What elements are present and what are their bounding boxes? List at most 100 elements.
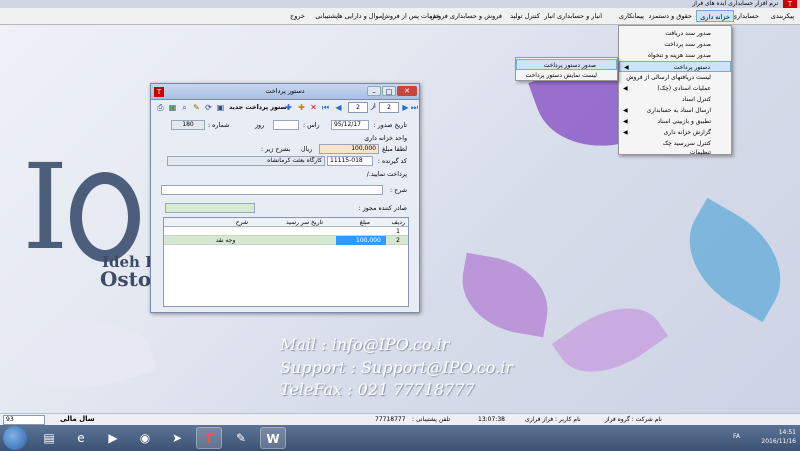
fiscal-year-select[interactable]: 93 — [3, 415, 45, 425]
grid-cell-desc[interactable]: وجه نقد — [183, 236, 268, 245]
window-caption: T دستور پرداخت – □ ✕ — [151, 84, 419, 100]
menu-item-settings[interactable]: تنظیمات — [619, 147, 731, 158]
grid-cell-amount[interactable]: 100,000 — [336, 236, 386, 245]
refresh-icon[interactable]: ⟳ — [203, 102, 214, 113]
menu-item-reconcile-documents[interactable]: ◀ تطبیق و بازبینی اسناد — [619, 116, 731, 127]
menu-item-receipt-voucher[interactable]: صدور سند دریافت — [619, 28, 731, 39]
minimize-button[interactable]: – — [367, 86, 381, 96]
add-icon[interactable]: ✚ — [296, 102, 307, 113]
recipient-code-label: کد گیرنده : — [377, 158, 407, 165]
currency-label: ریال — [301, 146, 313, 153]
menu-item-label: عملیات اسنادی (چک) — [657, 85, 711, 92]
menu-item-label: لیست نمایش دستور پرداخت — [525, 72, 597, 79]
print-icon[interactable]: ⎙ — [155, 102, 166, 113]
app-title: نرم افزار حسابداری ایده های فراز — [692, 0, 778, 7]
menu-item-cheque-operations[interactable]: ◀ عملیات اسنادی (چک) — [619, 83, 731, 94]
word-icon[interactable]: W — [260, 427, 286, 449]
menu-exit[interactable]: خروج — [287, 10, 308, 22]
prev-record-icon[interactable]: ◀ — [333, 102, 344, 113]
search-icon[interactable]: ⌕ — [179, 102, 190, 113]
contact-telefax: TeleFax : 021 77718777 — [280, 380, 475, 399]
accounting-app-icon[interactable]: T — [196, 427, 222, 449]
table-row[interactable]: 2 100,000 وجه نقد — [164, 236, 408, 245]
maximize-button[interactable]: □ — [382, 86, 396, 96]
menu-item-label: لیست دریافتهای ارسالی از فروش — [626, 74, 711, 81]
excel-icon[interactable]: ▦ — [167, 102, 178, 113]
grid-cell-desc[interactable] — [183, 227, 268, 236]
grid-header-desc: شرح — [235, 219, 248, 226]
grid-cell-due-date[interactable] — [268, 227, 336, 236]
save-icon[interactable]: ▣ — [215, 102, 226, 113]
close-button[interactable]: ✕ — [397, 86, 417, 96]
table-row[interactable]: 1 — [164, 227, 408, 236]
menu-item-payment-voucher[interactable]: صدور سند پرداخت — [619, 39, 731, 50]
payment-items-grid[interactable]: ردیف مبلغ تاریخ سر رسید شرح 1 2 100,000 … — [163, 217, 409, 307]
menu-item-sales-receipts-list[interactable]: لیست دریافتهای ارسالی از فروش — [619, 72, 731, 83]
due-label: راس : — [303, 122, 320, 129]
amount-field[interactable]: 100,000 — [319, 144, 379, 154]
language-indicator[interactable]: FA — [733, 433, 740, 440]
day-label: روز — [255, 122, 265, 129]
menu-item-payment-order[interactable]: ◀ دستور پرداخت — [619, 61, 731, 72]
menu-payroll[interactable]: حقوق و دستمزد — [645, 10, 695, 22]
payment-order-submenu: صدور دستور پرداخت لیست نمایش دستور پرداخ… — [515, 57, 618, 81]
description-label: شرح : — [390, 187, 407, 194]
description-field[interactable] — [161, 185, 383, 195]
edit-icon[interactable]: ✎ — [191, 102, 202, 113]
leaf-decoration — [3, 303, 157, 407]
new-icon[interactable]: ✚ — [283, 102, 294, 113]
pay-label: پرداخت نمایید./ — [366, 171, 407, 178]
record-of-label: از — [371, 103, 376, 110]
menu-inventory[interactable]: انبار و حسابداری انبار — [541, 10, 605, 22]
main-menubar: پیکربندی حسابداری خزانه داری حقوق و دستم… — [0, 8, 800, 25]
grid-cell-row: 2 — [396, 237, 400, 244]
explorer-icon[interactable]: ▤ — [36, 427, 62, 449]
menu-item-label: ارسال اسناد به حسابداری — [646, 107, 711, 114]
user-name: نام کاربر : فراز فرازی — [525, 416, 581, 423]
grid-cell-amount[interactable] — [336, 227, 386, 236]
menu-item-expense-voucher[interactable]: صدور سند هزینه و تنخواه — [619, 50, 731, 61]
menu-assets[interactable]: اموال و دارایی ها — [334, 10, 387, 22]
treasury-unit-label: واحد خزانه داری — [364, 135, 407, 142]
paint-icon[interactable]: ✎ — [228, 427, 254, 449]
logo-ring — [70, 172, 140, 262]
leaf-decoration — [454, 252, 556, 338]
windows-taskbar: ▤ e ▶ ◉ ➤ T ✎ W FA 14:51 2016/11/16 — [0, 425, 800, 451]
menu-item-label: گزارش خزانه داری — [663, 129, 711, 136]
new-payment-order-button[interactable]: دستور پرداخت جدید — [229, 104, 290, 111]
menu-treasury[interactable]: خزانه داری — [696, 10, 734, 22]
number-field: 180 — [171, 120, 205, 130]
menu-production-control[interactable]: کنترل تولید — [507, 10, 543, 22]
issue-date-label: تاریخ صدور : — [373, 122, 407, 129]
telegram-icon[interactable]: ➤ — [164, 427, 190, 449]
record-current-field[interactable]: 2 — [379, 102, 399, 113]
menu-item-send-to-accounting[interactable]: ◀ ارسال اسناد به حسابداری — [619, 105, 731, 116]
issue-date-field[interactable]: 95/12/17 — [331, 120, 369, 130]
menu-configuration[interactable]: پیکربندی — [768, 10, 797, 22]
record-total-field[interactable]: 2 — [348, 102, 368, 113]
grid-header-due-date: تاریخ سر رسید — [286, 219, 323, 226]
recipient-code-field[interactable]: 11115-018 — [327, 156, 373, 166]
internet-explorer-icon[interactable]: e — [68, 427, 94, 449]
menu-item-issue-payment-order[interactable]: صدور دستور پرداخت — [516, 59, 617, 70]
leaf-decoration — [667, 197, 800, 323]
menu-after-sales[interactable]: خدمات پس از فروش — [379, 10, 443, 22]
due-days-field[interactable] — [273, 120, 299, 130]
company-name: نام شرکت : گروه فراز — [605, 416, 662, 423]
grid-cell-due-date[interactable] — [268, 236, 336, 245]
menu-contracting[interactable]: پیمانکاری — [616, 10, 647, 22]
system-clock[interactable]: 14:51 2016/11/16 — [761, 428, 796, 446]
first-record-icon[interactable]: ⏮ — [320, 102, 331, 113]
menu-item-treasury-report[interactable]: ◀ گزارش خزانه داری — [619, 127, 731, 138]
chrome-icon[interactable]: ◉ — [132, 427, 158, 449]
menu-item-payment-order-list[interactable]: لیست نمایش دستور پرداخت — [516, 70, 617, 81]
fiscal-year-label: سال مالی — [60, 415, 95, 423]
delete-icon[interactable]: ✕ — [308, 102, 319, 113]
last-record-icon[interactable]: ⏭ — [409, 102, 420, 113]
menu-item-document-control[interactable]: کنترل اسناد — [619, 94, 731, 105]
permit-issuer-label: صادر کننده مجوز : — [358, 205, 407, 212]
start-button[interactable] — [3, 426, 27, 450]
permit-issuer-field[interactable] — [165, 203, 255, 213]
media-player-icon[interactable]: ▶ — [100, 427, 126, 449]
menu-support[interactable]: پشتیبانی — [312, 10, 341, 22]
